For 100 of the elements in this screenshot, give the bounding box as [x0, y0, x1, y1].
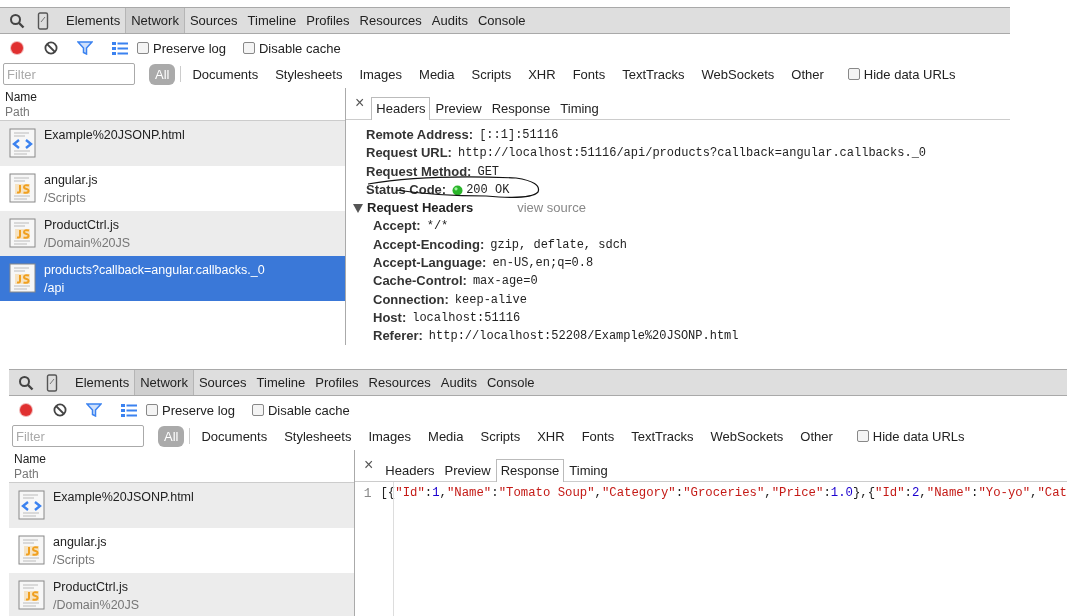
type-filter[interactable]: Scripts [466, 64, 517, 84]
status-dot-icon [452, 184, 464, 196]
close-button[interactable]: × [351, 95, 369, 111]
filter-field[interactable]: Filter [12, 425, 144, 447]
type-filter[interactable]: Stylesheets [279, 426, 357, 446]
request-name: products?callback=angular.callbacks._0 [44, 262, 265, 279]
panel-tab[interactable]: Audits [426, 8, 473, 33]
request-name: angular.js [53, 534, 107, 551]
panel-tab[interactable]: Resources [363, 370, 436, 395]
detail-tab[interactable]: Response [495, 459, 565, 482]
type-filter[interactable]: TextTracks [626, 426, 699, 446]
detail-tab[interactable]: Preview [439, 459, 496, 481]
type-filter[interactable]: XHR [532, 426, 570, 446]
type-filter[interactable]: Stylesheets [270, 64, 348, 84]
view-source-link[interactable]: view source [517, 199, 586, 218]
expand-triangle-icon[interactable] [353, 203, 363, 213]
type-filter[interactable]: WebSockets [705, 426, 789, 446]
type-filter[interactable]: Other [795, 426, 838, 446]
header-value: GET [477, 163, 500, 181]
record-icon[interactable] [9, 40, 25, 56]
request-name: angular.js [44, 172, 98, 189]
header-value: */* [426, 218, 449, 236]
filter-icon[interactable] [86, 403, 102, 417]
request-row[interactable]: Example%20JSONP.html [9, 483, 354, 528]
type-filter[interactable]: Images [363, 426, 417, 446]
type-filter[interactable]: TextTracks [617, 64, 690, 84]
type-filter[interactable]: Fonts [567, 64, 611, 84]
type-filter[interactable]: Documents [196, 426, 273, 446]
header-name: Accept: [373, 217, 421, 236]
request-row[interactable]: ProductCtrl.js /Domain%20JS [0, 211, 345, 256]
filter-field[interactable]: Filter [3, 63, 135, 85]
checkbox[interactable] [847, 68, 860, 80]
checkbox[interactable] [856, 430, 869, 442]
request-name: ProductCtrl.js [44, 217, 121, 234]
panel-tab[interactable]: Audits [435, 370, 482, 395]
checkbox-label: Preserve log [153, 40, 226, 56]
panel-tab[interactable]: Sources [193, 370, 252, 395]
detail-tab[interactable]: Timing [555, 97, 604, 119]
panel-tab[interactable]: Profiles [301, 8, 355, 33]
type-filter[interactable]: Media [414, 64, 460, 84]
list-view-icon[interactable] [121, 403, 137, 417]
type-filter[interactable]: Documents [187, 64, 264, 84]
type-filter[interactable]: Other [786, 64, 829, 84]
header-value: http://localhost:51116/api/products?callback=angular.callbacks._0 [457, 145, 927, 163]
request-row[interactable]: Example%20JSONP.html [0, 121, 345, 166]
panel-tab[interactable]: Profiles [310, 370, 364, 395]
list-view-icon[interactable] [112, 41, 128, 55]
search-icon[interactable] [18, 374, 34, 391]
type-filter[interactable]: Images [354, 64, 408, 84]
request-row[interactable]: products?callback=angular.callbacks._0 /api [0, 256, 345, 301]
panel-tab[interactable]: Console [481, 370, 540, 395]
checkbox-label: Disable cache [259, 40, 341, 56]
panel-tab[interactable]: Resources [354, 8, 427, 33]
checkbox[interactable] [146, 404, 158, 416]
js-file-icon [9, 263, 36, 293]
panel-tab[interactable]: Elements [61, 8, 126, 33]
clear-icon[interactable] [44, 41, 58, 55]
panel-tab[interactable]: Network [125, 8, 185, 33]
phone-icon[interactable] [46, 373, 58, 392]
panel-tab[interactable]: Console [472, 8, 531, 33]
column-header[interactable]: Name [5, 90, 340, 105]
detail-tab[interactable]: Headers [371, 97, 431, 120]
js-file-icon [9, 173, 36, 203]
checkbox[interactable] [252, 404, 264, 416]
header-value: localhost:51116 [412, 309, 521, 327]
type-filter[interactable]: Scripts [475, 426, 526, 446]
phone-icon[interactable] [37, 11, 49, 30]
panel-tab[interactable]: Sources [184, 8, 243, 33]
column-header[interactable]: Name [14, 452, 349, 467]
detail-tab[interactable]: Headers [380, 459, 440, 481]
panel-tab[interactable]: Timeline [242, 8, 302, 33]
clear-icon[interactable] [53, 403, 67, 417]
search-icon[interactable] [9, 12, 25, 29]
checkbox-label: Hide data URLs [872, 428, 965, 444]
type-filter[interactable]: Media [423, 426, 469, 446]
panel-tab[interactable]: Elements [70, 370, 135, 395]
request-path: /Domain%20JS [53, 597, 140, 614]
header-value: en-US,en;q=0.8 [492, 255, 594, 273]
header-value: 200 OK [466, 181, 510, 199]
checkbox-label: Hide data URLs [863, 66, 956, 82]
record-icon[interactable] [18, 402, 34, 418]
filter-icon[interactable] [77, 41, 93, 55]
panel-tab[interactable]: Timeline [251, 370, 311, 395]
request-row[interactable]: ProductCtrl.js /Domain%20JS [9, 573, 354, 616]
detail-tab[interactable]: Response [486, 97, 556, 119]
header-name: Accept-Language: [373, 254, 487, 273]
js-file-icon [9, 218, 36, 248]
panel-tab[interactable]: Network [134, 370, 194, 395]
header-name: Request Method: [366, 162, 472, 181]
type-filter[interactable]: Fonts [576, 426, 620, 446]
checkbox[interactable] [137, 42, 149, 54]
section-title[interactable]: Request Headers [367, 199, 474, 218]
header-name: Referer: [373, 327, 423, 345]
detail-tab[interactable]: Preview [430, 97, 487, 119]
type-filter[interactable]: XHR [523, 64, 561, 84]
detail-tab[interactable]: Timing [564, 459, 613, 481]
close-button[interactable]: × [360, 457, 378, 473]
checkbox[interactable] [243, 42, 255, 54]
type-filter[interactable]: WebSockets [696, 64, 780, 84]
header-name: Remote Address: [366, 126, 474, 144]
